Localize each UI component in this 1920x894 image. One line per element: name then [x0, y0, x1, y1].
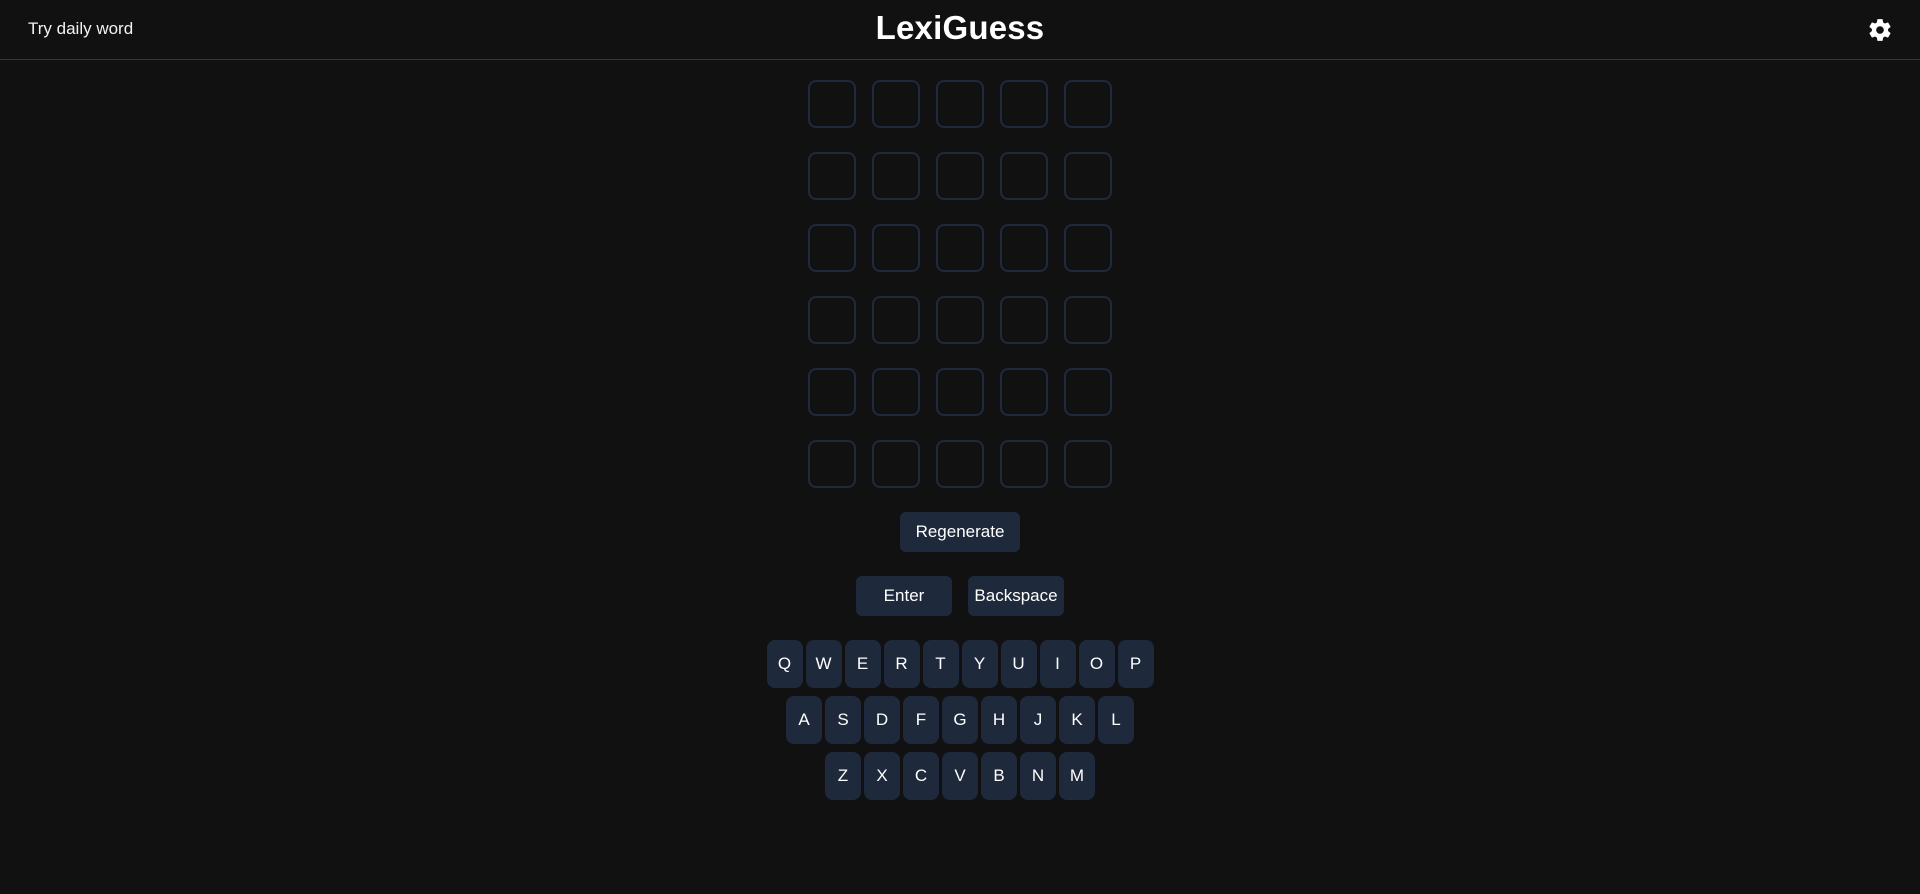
letter-tile — [936, 440, 984, 488]
letter-tile — [1064, 368, 1112, 416]
letter-tile — [808, 368, 856, 416]
key-s[interactable]: S — [825, 696, 861, 744]
letter-tile — [1064, 80, 1112, 128]
letter-tile — [936, 152, 984, 200]
letter-tile — [1064, 152, 1112, 200]
action-buttons: Enter Backspace — [0, 576, 1920, 616]
letter-tile — [1000, 80, 1048, 128]
letter-tile — [808, 80, 856, 128]
guess-row-6 — [808, 440, 1112, 488]
key-d[interactable]: D — [864, 696, 900, 744]
key-n[interactable]: N — [1020, 752, 1056, 800]
key-h[interactable]: H — [981, 696, 1017, 744]
key-g[interactable]: G — [942, 696, 978, 744]
letter-tile — [936, 224, 984, 272]
letter-tile — [808, 152, 856, 200]
guess-row-5 — [808, 368, 1112, 416]
key-p[interactable]: P — [1117, 640, 1154, 688]
key-u[interactable]: U — [1000, 640, 1037, 688]
key-x[interactable]: X — [864, 752, 900, 800]
key-k[interactable]: K — [1059, 696, 1095, 744]
letter-tile — [1000, 440, 1048, 488]
letter-tile — [808, 440, 856, 488]
guess-row-2 — [808, 152, 1112, 200]
letter-tile — [872, 80, 920, 128]
key-a[interactable]: A — [786, 696, 822, 744]
key-l[interactable]: L — [1098, 696, 1134, 744]
letter-tile — [936, 80, 984, 128]
key-t[interactable]: T — [922, 640, 959, 688]
enter-button[interactable]: Enter — [856, 576, 952, 616]
guess-row-4 — [808, 296, 1112, 344]
key-f[interactable]: F — [903, 696, 939, 744]
letter-tile — [808, 296, 856, 344]
on-screen-keyboard: Q W E R T Y U I O P A S D F G H J K L Z … — [0, 640, 1920, 808]
gear-icon — [1869, 19, 1891, 41]
guess-board — [808, 80, 1112, 512]
key-m[interactable]: M — [1059, 752, 1095, 800]
letter-tile — [1064, 224, 1112, 272]
letter-tile — [872, 440, 920, 488]
letter-tile — [1064, 296, 1112, 344]
guess-row-3 — [808, 224, 1112, 272]
key-q[interactable]: Q — [766, 640, 803, 688]
key-z[interactable]: Z — [825, 752, 861, 800]
backspace-button[interactable]: Backspace — [968, 576, 1064, 616]
key-e[interactable]: E — [844, 640, 881, 688]
key-v[interactable]: V — [942, 752, 978, 800]
key-j[interactable]: J — [1020, 696, 1056, 744]
keyboard-row-3: Z X C V B N M — [0, 752, 1920, 800]
letter-tile — [1064, 440, 1112, 488]
key-o[interactable]: O — [1078, 640, 1115, 688]
letter-tile — [808, 224, 856, 272]
key-c[interactable]: C — [903, 752, 939, 800]
keyboard-row-1: Q W E R T Y U I O P — [0, 640, 1920, 688]
letter-tile — [936, 296, 984, 344]
key-i[interactable]: I — [1039, 640, 1076, 688]
keyboard-row-2: A S D F G H J K L — [0, 696, 1920, 744]
app-title: LexiGuess — [875, 9, 1045, 46]
letter-tile — [872, 368, 920, 416]
key-w[interactable]: W — [805, 640, 842, 688]
letter-tile — [1000, 152, 1048, 200]
letter-tile — [872, 224, 920, 272]
key-b[interactable]: B — [981, 752, 1017, 800]
key-r[interactable]: R — [883, 640, 920, 688]
key-y[interactable]: Y — [961, 640, 998, 688]
top-bar: Try daily word LexiGuess — [0, 0, 1920, 60]
letter-tile — [1000, 224, 1048, 272]
letter-tile — [872, 296, 920, 344]
settings-button[interactable] — [1867, 17, 1893, 43]
letter-tile — [1000, 296, 1048, 344]
guess-row-1 — [808, 80, 1112, 128]
letter-tile — [872, 152, 920, 200]
letter-tile — [1000, 368, 1048, 416]
regenerate-button[interactable]: Regenerate — [900, 512, 1020, 552]
letter-tile — [936, 368, 984, 416]
